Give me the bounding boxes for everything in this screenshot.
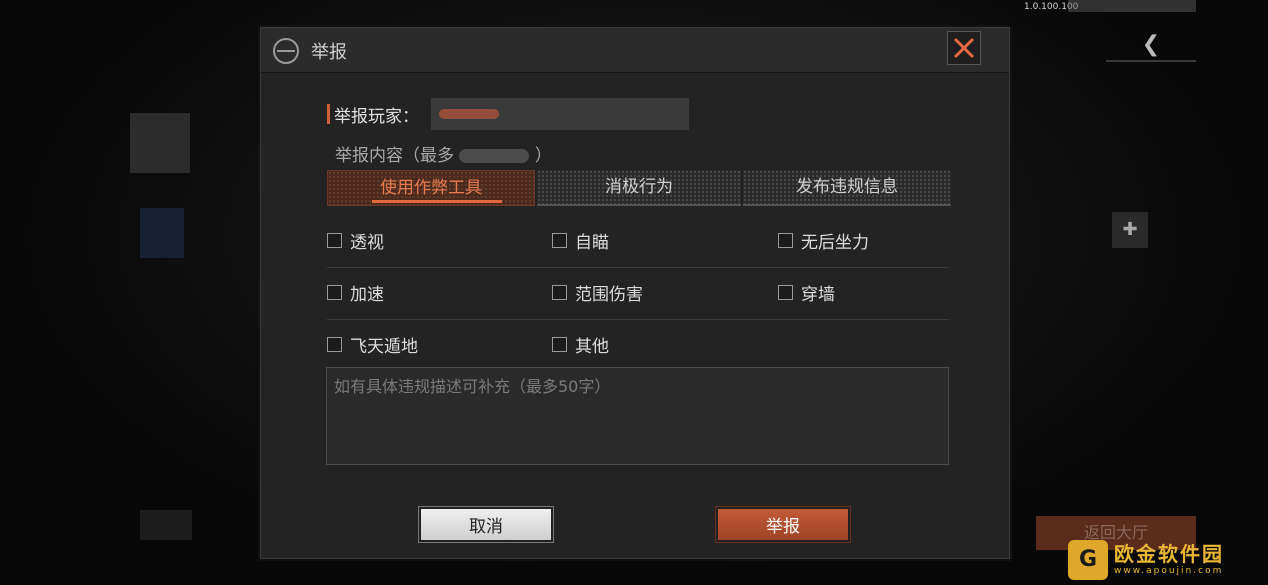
censored-region (459, 149, 530, 163)
option-label: 穿墙 (801, 285, 835, 305)
watermark-url: www.apoujin.com (1114, 566, 1224, 576)
content-label-prefix: 举报内容（最多 (335, 146, 454, 166)
dialog-header: 举报 (261, 28, 1009, 73)
cheat-options: 透视 自瞄 无后坐力 加速 范围伤害 穿墙 飞天遁地 其他 (327, 216, 949, 371)
option-no-recoil[interactable]: 无后坐力 (778, 228, 869, 253)
option-row: 飞天遁地 其他 (327, 320, 949, 371)
close-button[interactable] (947, 31, 981, 65)
tab-violation-info[interactable]: 发布违规信息 (743, 170, 951, 206)
watermark-logo-icon: G (1068, 540, 1108, 580)
add-friend-icon[interactable]: ✚ (1112, 212, 1148, 248)
option-label: 加速 (350, 285, 384, 305)
avatar (140, 208, 184, 258)
back-arrow-icon[interactable]: ❮ (1106, 30, 1196, 62)
watermark-title: 欧金软件园 (1114, 542, 1224, 566)
tab-label: 发布违规信息 (796, 177, 898, 197)
option-speed-hack[interactable]: 加速 (327, 280, 384, 305)
censored-region (1068, 0, 1196, 12)
report-dialog: 举报 举报玩家： 举报内容（最多 ） 使用作弊工具 消极行为 发布违规信息 透视… (260, 27, 1010, 559)
option-label: 无后坐力 (801, 233, 869, 253)
cancel-button[interactable]: 取消 (421, 509, 551, 540)
dialog-title: 举报 (311, 42, 347, 63)
player-name-field (431, 98, 689, 130)
reporter-row: 举报玩家： (327, 98, 419, 130)
description-input[interactable] (326, 367, 949, 465)
option-label: 范围伤害 (575, 285, 643, 305)
option-aimbot[interactable]: 自瞄 (552, 228, 609, 253)
checkbox[interactable] (778, 285, 793, 300)
globe-icon (273, 38, 299, 64)
censored-region (439, 109, 499, 119)
avatar (130, 113, 190, 173)
option-label: 自瞄 (575, 233, 609, 253)
checkbox[interactable] (778, 233, 793, 248)
accent-bar (327, 104, 330, 124)
tab-label: 消极行为 (605, 177, 673, 197)
option-fly-burrow[interactable]: 飞天遁地 (327, 332, 418, 357)
checkbox[interactable] (552, 233, 567, 248)
option-label: 透视 (350, 233, 384, 253)
option-row: 加速 范围伤害 穿墙 (327, 268, 949, 320)
content-label-suffix: ） (534, 146, 552, 166)
checkbox[interactable] (552, 337, 567, 352)
option-label: 其他 (575, 337, 609, 357)
reporter-label: 举报玩家： (334, 106, 419, 127)
site-watermark: G 欧金软件园 www.apoujin.com (1068, 538, 1260, 582)
checkbox[interactable] (327, 233, 342, 248)
content-label: 举报内容（最多 ） (335, 141, 552, 166)
tab-negative-behavior[interactable]: 消极行为 (537, 170, 741, 206)
checkbox[interactable] (327, 337, 342, 352)
submit-report-button[interactable]: 举报 (718, 509, 848, 540)
option-row: 透视 自瞄 无后坐力 (327, 216, 949, 268)
close-icon (953, 37, 975, 59)
avatar (140, 510, 192, 540)
option-other[interactable]: 其他 (552, 332, 609, 357)
report-category-tabs: 使用作弊工具 消极行为 发布违规信息 (327, 170, 951, 206)
option-label: 飞天遁地 (350, 337, 418, 357)
option-wall-clip[interactable]: 穿墙 (778, 280, 835, 305)
option-area-damage[interactable]: 范围伤害 (552, 280, 643, 305)
checkbox[interactable] (552, 285, 567, 300)
tab-label: 使用作弊工具 (380, 178, 482, 198)
option-wallhack[interactable]: 透视 (327, 228, 384, 253)
tab-cheat-tools[interactable]: 使用作弊工具 (327, 170, 535, 206)
active-tab-indicator (372, 200, 502, 203)
checkbox[interactable] (327, 285, 342, 300)
